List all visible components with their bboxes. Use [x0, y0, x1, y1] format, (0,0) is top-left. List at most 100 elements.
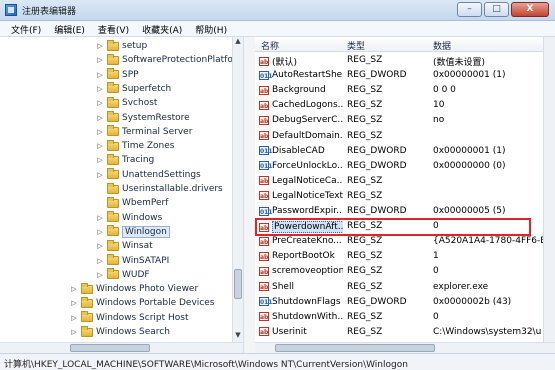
expand-arrow-icon[interactable]: ▷: [96, 71, 104, 79]
tree-item[interactable]: ▷ WinSATAPI: [96, 254, 169, 268]
expand-arrow-icon[interactable]: ▷: [96, 114, 104, 122]
expand-arrow-icon[interactable]: ▷: [96, 128, 104, 136]
column-header-type[interactable]: 类型: [347, 39, 365, 52]
registry-value-row[interactable]: 011 AutoRestartShell REG_DWORD 0x00000001 (…: [255, 68, 555, 83]
column-header-name[interactable]: 名称: [261, 39, 279, 52]
registry-value-row[interactable]: 011 ShutdownFlags REG_DWORD 0x0000002b (43): [255, 295, 555, 310]
expand-arrow-icon[interactable]: ▷: [70, 299, 78, 307]
registry-value-row[interactable]: ab Userinit REG_SZ C:\Windows\system32\u: [255, 325, 555, 340]
tree-item[interactable]: ▷ Svchost: [96, 96, 157, 110]
registry-value-row[interactable]: ab PreCreateKno... REG_SZ {A520A1A4-1780-4F…: [255, 234, 555, 249]
value-name-cell: ab PreCreateKno...: [259, 236, 343, 246]
pane-splitter[interactable]: [243, 37, 255, 353]
expand-arrow-icon[interactable]: ▷: [96, 214, 104, 222]
value-name: AutoRestartShell: [272, 70, 343, 81]
registry-value-row[interactable]: ab (默认) REG_SZ (数值未设置): [255, 53, 555, 68]
tree-item[interactable]: Userinstallable.drivers: [96, 182, 223, 196]
expand-arrow-icon[interactable]: ▷: [96, 171, 104, 179]
column-header-data[interactable]: 数据: [433, 39, 451, 52]
scrollbar-thumb[interactable]: [275, 344, 435, 352]
tree-item[interactable]: ▷ Windows Script Host: [70, 311, 189, 325]
expand-arrow-icon[interactable]: ▷: [96, 42, 104, 50]
registry-value-row[interactable]: ab ShutdownWith... REG_SZ 0: [255, 310, 555, 325]
scrollbar-thumb[interactable]: [234, 269, 242, 299]
value-name: ShutdownWith...: [272, 311, 343, 322]
expand-arrow-icon[interactable]: ▷: [96, 99, 104, 107]
string-value-icon: ab: [259, 282, 269, 291]
registry-value-row[interactable]: ab DefaultDomain... REG_SZ: [255, 129, 555, 144]
expand-arrow-icon[interactable]: ▷: [96, 85, 104, 93]
expand-arrow-icon[interactable]: ▷: [96, 142, 104, 150]
registry-value-row[interactable]: ab CachedLogons... REG_SZ 10: [255, 98, 555, 113]
tree-item[interactable]: ▷ Tracing: [96, 153, 154, 167]
minimize-button[interactable]: –: [457, 2, 482, 17]
menu-view[interactable]: 查看(V): [93, 21, 137, 36]
tree-item[interactable]: ▷ Time Zones: [96, 139, 175, 153]
registry-value-row[interactable]: ab ReportBootOk REG_SZ 1: [255, 249, 555, 264]
folder-icon: [107, 196, 119, 208]
value-type: REG_SZ: [347, 100, 383, 111]
tree-item[interactable]: ▷ Superfetch: [96, 82, 171, 96]
menu-file[interactable]: 文件(F): [6, 21, 49, 36]
registry-value-row[interactable]: 011 DisableCAD REG_DWORD 0x00000001 (1): [255, 144, 555, 159]
registry-value-row[interactable]: ab LegalNoticeCa... REG_SZ: [255, 174, 555, 189]
tree-item[interactable]: ▷ setup: [96, 39, 147, 53]
expand-arrow-icon[interactable]: ▷: [70, 285, 78, 293]
expand-arrow-icon[interactable]: ▷: [70, 328, 78, 336]
value-name: DebugServerC...: [272, 115, 343, 126]
tree-item[interactable]: ▷ Windows Photo Viewer: [70, 282, 198, 296]
tree-item[interactable]: ▷ UnattendSettings: [96, 168, 201, 182]
tree-item[interactable]: ▷ SystemRestore: [96, 111, 190, 125]
folder-icon: [107, 254, 119, 265]
tree-item[interactable]: WbemPerf: [96, 196, 168, 210]
registry-value-row[interactable]: ab DebugServerC... REG_SZ no: [255, 113, 555, 128]
registry-value-row[interactable]: ab scremoveoption REG_SZ 0: [255, 264, 555, 279]
tree-horizontal-scrollbar[interactable]: [0, 342, 243, 353]
value-name-cell: ab DefaultDomain...: [259, 131, 343, 141]
value-data: 0 0 0: [433, 85, 456, 96]
value-type: REG_SZ: [347, 175, 383, 186]
menu-edit[interactable]: 编辑(E): [49, 21, 93, 36]
value-name-cell: ab Userinit: [259, 327, 343, 337]
tree-item[interactable]: ▷ Winlogon: [96, 225, 170, 239]
string-value-icon: ab: [259, 312, 269, 322]
tree-item[interactable]: ▷ WUDF: [96, 268, 150, 282]
registry-value-row[interactable]: 011 PasswordExpir... REG_DWORD 0x00000005 (…: [255, 204, 555, 219]
registry-value-row[interactable]: ab PowerdownAft... REG_SZ 0: [255, 219, 555, 234]
expand-arrow-icon[interactable]: ▷: [96, 56, 104, 64]
tree-item[interactable]: ▷ SPP: [96, 68, 139, 82]
tree-item-label: setup: [122, 41, 148, 51]
registry-value-row[interactable]: 011 ForceUnlockLo... REG_DWORD 0x00000000 (…: [255, 159, 555, 174]
tree-item[interactable]: ▷ Windows Search: [70, 325, 170, 339]
scrollbar-thumb[interactable]: [70, 344, 150, 352]
value-name-cell: ab ShutdownWith...: [259, 312, 343, 322]
scroll-up-icon[interactable]: ▲: [233, 37, 243, 48]
tree-item[interactable]: ▷ Terminal Server: [96, 125, 192, 139]
registry-value-row[interactable]: ab Shell REG_SZ explorer.exe: [255, 280, 555, 295]
registry-value-row[interactable]: ab LegalNoticeText REG_SZ: [255, 189, 555, 204]
expand-arrow-icon[interactable]: ▷: [96, 156, 104, 164]
expand-arrow-icon[interactable]: ▷: [96, 242, 104, 250]
tree-item[interactable]: ▷ SoftwareProtectionPlatform: [96, 53, 242, 67]
menu-favorites[interactable]: 收藏夹(A): [137, 21, 190, 36]
maximize-button[interactable]: □: [484, 2, 509, 17]
scroll-down-icon[interactable]: ▼: [233, 331, 243, 342]
expand-arrow-icon[interactable]: ▷: [96, 271, 104, 279]
close-button[interactable]: X: [511, 2, 549, 17]
registry-value-row[interactable]: ab Background REG_SZ 0 0 0: [255, 83, 555, 98]
tree-vertical-scrollbar[interactable]: ▲ ▼: [232, 37, 243, 342]
values-vertical-scrollbar[interactable]: [543, 37, 555, 342]
tree-item[interactable]: ▷ Windows: [96, 211, 162, 225]
value-name-cell: 011 DisableCAD: [259, 146, 343, 156]
values-horizontal-scrollbar[interactable]: [255, 342, 555, 353]
tree-item[interactable]: ▷ Winsat: [96, 239, 153, 253]
expand-arrow-icon[interactable]: ▷: [96, 257, 104, 265]
expand-arrow-icon[interactable]: ▷: [70, 314, 78, 322]
menu-help[interactable]: 帮助(H): [190, 21, 235, 36]
value-data: 0x00000000 (0): [433, 160, 506, 171]
value-name-cell: ab LegalNoticeText: [259, 191, 343, 201]
registry-key-tree[interactable]: ▷ setup ▷ SoftwareProtectionPlatform ▷ SPP ▷ Su…: [0, 37, 243, 342]
value-data: 0x00000001 (1): [433, 70, 506, 81]
expand-arrow-icon[interactable]: ▷: [96, 228, 104, 236]
tree-item[interactable]: ▷ Windows Portable Devices: [70, 296, 214, 310]
